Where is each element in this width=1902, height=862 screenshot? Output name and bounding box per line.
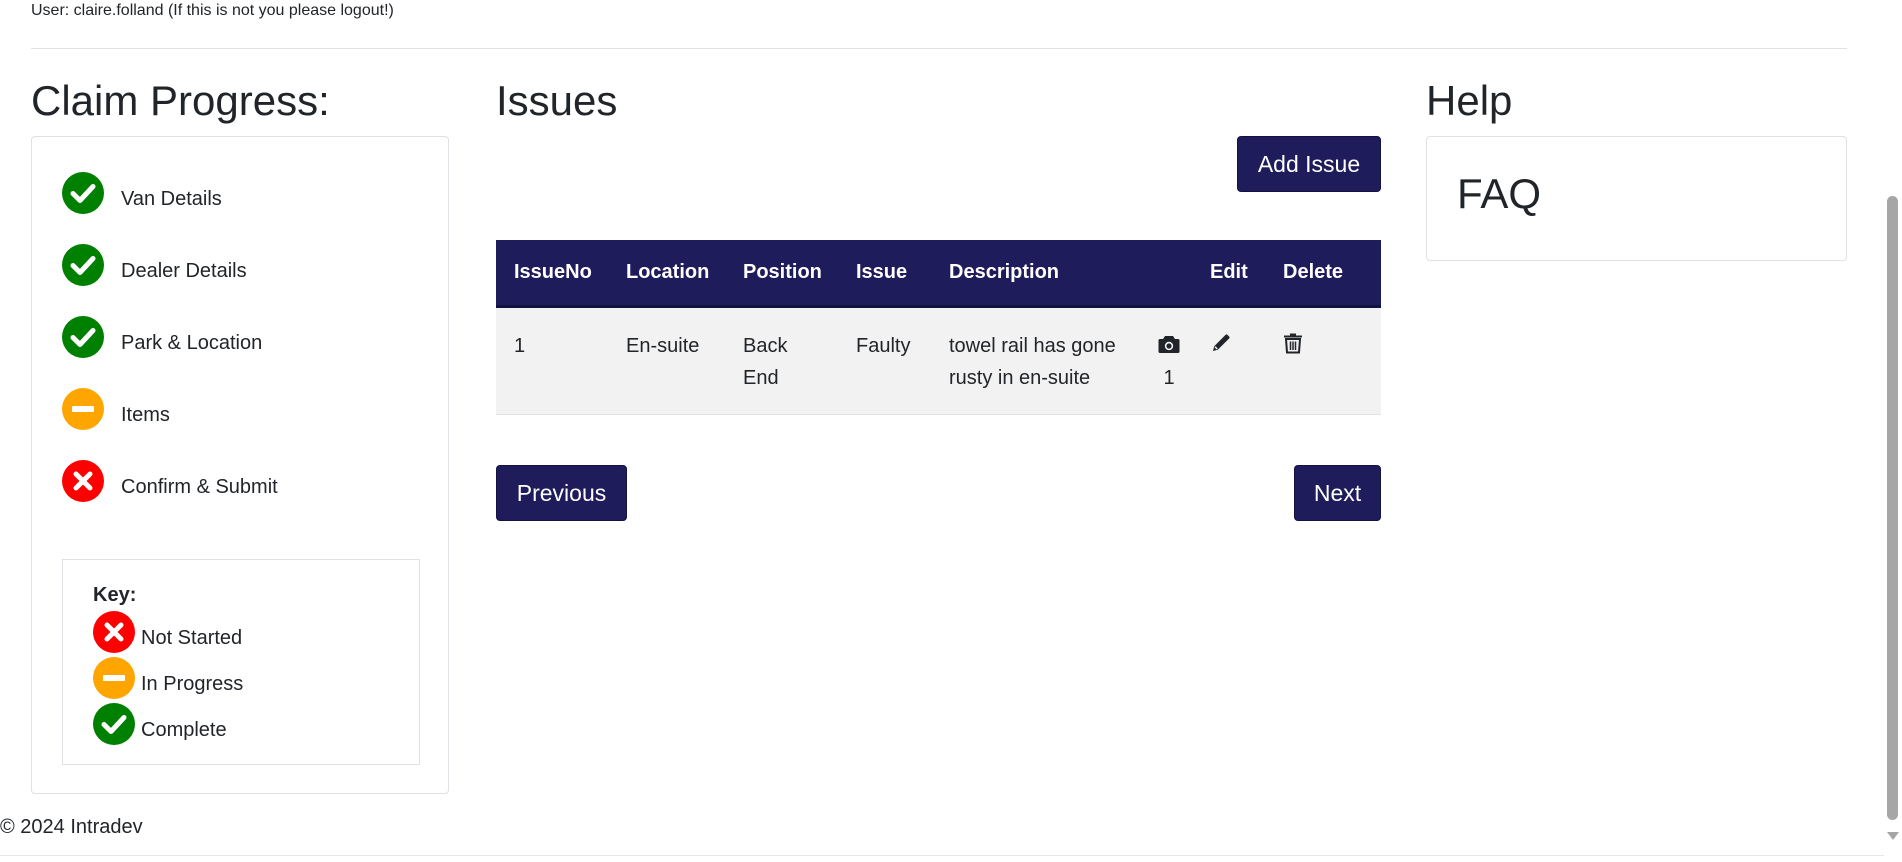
column-header-issue: Issue bbox=[838, 240, 931, 308]
x-circle-icon bbox=[93, 611, 135, 658]
key-label: Not Started bbox=[141, 627, 243, 649]
x-circle-icon bbox=[62, 460, 104, 507]
edit-cell bbox=[1192, 306, 1265, 415]
claim-progress-card: Van Details Dealer Details Park & Locati… bbox=[31, 136, 449, 794]
check-circle-icon bbox=[62, 316, 104, 363]
footer-copyright: © 2024 Intradev bbox=[0, 816, 143, 838]
location-cell: En-suite bbox=[608, 306, 725, 415]
add-issue-button[interactable]: Add Issue bbox=[1237, 136, 1381, 192]
help-card: FAQ bbox=[1426, 136, 1847, 261]
status-key: Key: Not Started In Progress Complete bbox=[62, 559, 420, 765]
check-circle-icon bbox=[62, 172, 104, 219]
step-label: Van Details bbox=[121, 188, 222, 210]
step-label: Confirm & Submit bbox=[121, 476, 278, 498]
trash-icon[interactable] bbox=[1283, 330, 1303, 362]
issues-table: IssueNo Location Position Issue Descript… bbox=[496, 240, 1381, 415]
table-row: 1 En-suite Back End Faulty towel rail ha… bbox=[496, 306, 1381, 415]
key-title: Key: bbox=[93, 584, 137, 606]
minus-circle-icon bbox=[93, 657, 135, 704]
minus-circle-icon bbox=[62, 388, 104, 435]
step-label: Items bbox=[121, 404, 170, 426]
key-label: In Progress bbox=[141, 673, 244, 695]
claim-progress-title: Claim Progress: bbox=[31, 77, 330, 124]
column-header-location: Location bbox=[608, 240, 725, 308]
scrollbar-thumb[interactable] bbox=[1887, 196, 1898, 820]
user-info-text: User: claire.folland (If this is not you… bbox=[31, 2, 394, 19]
photos-cell: 1 bbox=[1146, 306, 1192, 415]
description-line: rusty in en-suite bbox=[949, 366, 1091, 389]
page-bottom-edge bbox=[0, 855, 1884, 856]
column-header-photos bbox=[1146, 240, 1192, 308]
check-circle-icon bbox=[62, 244, 104, 291]
issues-title: Issues bbox=[496, 77, 618, 124]
help-title: Help bbox=[1426, 77, 1513, 124]
previous-button[interactable]: Previous bbox=[496, 465, 627, 521]
column-header-description: Description bbox=[931, 240, 1146, 308]
position-cell: Back End bbox=[725, 306, 838, 415]
key-label: Complete bbox=[141, 719, 227, 741]
step-label: Dealer Details bbox=[121, 260, 247, 282]
header-divider bbox=[31, 48, 1847, 49]
pencil-icon[interactable] bbox=[1210, 330, 1232, 362]
scroll-down-arrow-icon[interactable] bbox=[1887, 832, 1899, 840]
next-button[interactable]: Next bbox=[1294, 465, 1381, 521]
step-label: Park & Location bbox=[121, 332, 263, 354]
column-header-edit: Edit bbox=[1192, 240, 1265, 308]
issue-cell: Faulty bbox=[838, 306, 931, 415]
faq-link[interactable]: FAQ bbox=[1457, 173, 1541, 215]
check-circle-icon bbox=[93, 703, 135, 750]
column-header-delete: Delete bbox=[1265, 240, 1381, 308]
description-line: towel rail has gone bbox=[949, 334, 1116, 357]
issues-table-header: IssueNo Location Position Issue Descript… bbox=[496, 240, 1381, 308]
description-cell: towel rail has gone rusty in en-suite bbox=[931, 306, 1146, 415]
issue-number-cell: 1 bbox=[496, 306, 608, 415]
column-header-position: Position bbox=[725, 240, 838, 308]
delete-cell bbox=[1265, 306, 1381, 415]
photo-count: 1 bbox=[1163, 366, 1175, 389]
column-header-issueno: IssueNo bbox=[496, 240, 608, 308]
position-line: End bbox=[743, 366, 779, 389]
camera-icon[interactable] bbox=[1158, 330, 1180, 362]
position-line: Back bbox=[743, 334, 788, 357]
